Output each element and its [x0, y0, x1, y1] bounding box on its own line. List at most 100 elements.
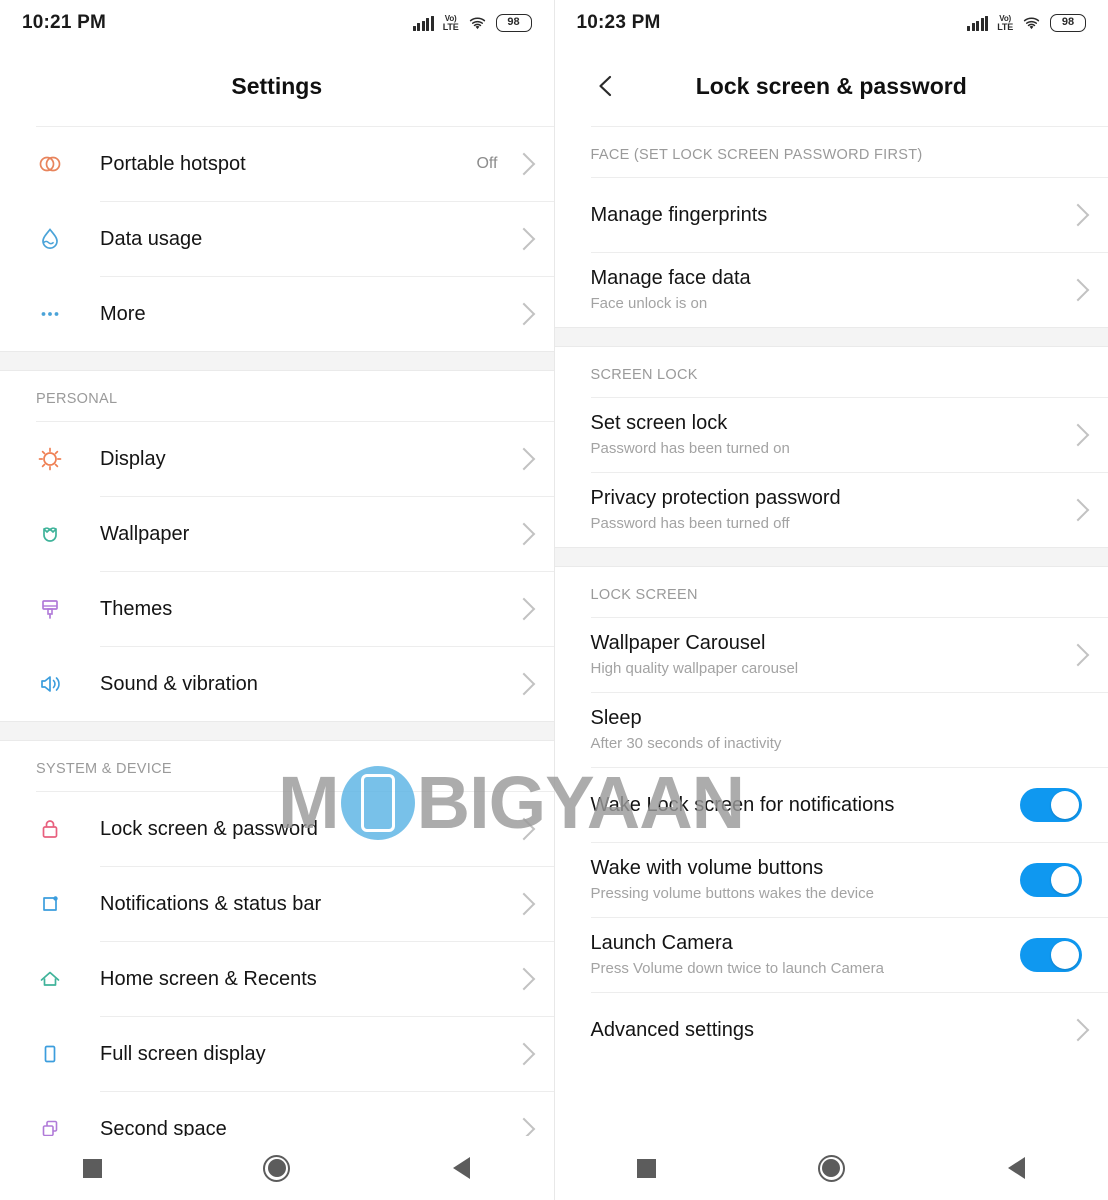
- row-subtitle: Password has been turned on: [590, 440, 790, 458]
- setting-row-privacy-protection-password[interactable]: Privacy protection password Password has…: [555, 473, 1108, 547]
- notification-badge-icon: [0, 889, 100, 919]
- volte-icon: Vo) LTE: [442, 14, 459, 32]
- row-label: Wallpaper: [100, 522, 190, 545]
- setting-row-set-screen-lock[interactable]: Set screen lock Password has been turned…: [555, 398, 1108, 472]
- row-texts: Notifications & status bar: [100, 892, 512, 917]
- row-texts: Sleep After 30 seconds of inactivity: [591, 706, 1087, 754]
- section-header-screen-lock: SCREEN LOCK: [590, 367, 698, 383]
- data-usage-icon: [0, 224, 100, 254]
- status-clock: 10:21 PM: [22, 12, 106, 33]
- row-label: Set screen lock: [590, 412, 728, 435]
- setting-row-manage-fingerprints[interactable]: Manage fingerprints: [555, 178, 1108, 252]
- row-label: Notifications & status bar: [100, 892, 322, 915]
- home-house-icon: [0, 964, 100, 994]
- signal-icon: [967, 15, 989, 31]
- recents-button[interactable]: [57, 1143, 127, 1193]
- home-button[interactable]: [242, 1143, 312, 1193]
- circle-icon: [817, 1154, 845, 1182]
- page-title: Lock screen & password: [695, 72, 967, 99]
- recents-button[interactable]: [612, 1143, 682, 1193]
- setting-row-notifications-status-bar[interactable]: Notifications & status bar: [0, 867, 554, 941]
- row-label: Themes: [100, 597, 173, 620]
- setting-row-wallpaper-carousel[interactable]: Wallpaper Carousel High quality wallpape…: [555, 618, 1108, 692]
- setting-row-full-screen-display[interactable]: Full screen display: [0, 1017, 554, 1091]
- brightness-sun-icon: [0, 444, 100, 474]
- row-label: Display: [100, 447, 166, 470]
- battery-icon: 98: [1050, 14, 1086, 32]
- row-label: Wake Lock screen for notifications: [590, 793, 895, 816]
- setting-row-sound-vibration[interactable]: Sound & vibration: [0, 647, 554, 721]
- signal-icon: [412, 15, 434, 31]
- setting-row-launch-camera[interactable]: Launch Camera Press Volume down twice to…: [555, 918, 1108, 992]
- row-texts: Portable hotspot: [100, 152, 476, 177]
- back-chevron-icon[interactable]: [589, 69, 623, 103]
- row-texts: Privacy protection password Password has…: [591, 486, 1067, 534]
- lock-screen-title-bar: Lock screen & password: [555, 46, 1108, 126]
- row-texts: Wake Lock screen for notifications: [591, 793, 1021, 818]
- volte-bottom-label: LTE: [442, 21, 459, 32]
- home-button[interactable]: [796, 1143, 866, 1193]
- status-icons-group: Vo) LTE 98: [412, 14, 532, 32]
- navigation-bar-left: [0, 1136, 554, 1200]
- chevron-right-icon: [1066, 423, 1090, 447]
- toggle-launch-camera[interactable]: [1020, 938, 1082, 972]
- back-button[interactable]: [981, 1143, 1051, 1193]
- setting-row-manage-face-data[interactable]: Manage face data Face unlock is on: [555, 253, 1108, 327]
- row-label: Wallpaper Carousel: [590, 632, 766, 655]
- group-separator: [554, 547, 1108, 567]
- lock-screen-password-screen: 10:23 PM Vo) LTE 98 Lock screen & passwo…: [554, 0, 1108, 1200]
- row-texts: Manage face data Face unlock is on: [591, 266, 1067, 314]
- tulip-flower-icon: [0, 519, 100, 549]
- chevron-right-icon: [512, 672, 535, 696]
- paint-brush-icon: [0, 594, 100, 624]
- triangle-left-icon: [1007, 1157, 1025, 1179]
- toggle-knob: [1051, 791, 1079, 819]
- group-separator: [0, 721, 554, 741]
- setting-row-more[interactable]: More: [0, 277, 554, 351]
- setting-row-lock-screen-password[interactable]: Lock screen & password: [0, 792, 554, 866]
- setting-row-home-screen-recents[interactable]: Home screen & Recents: [0, 942, 554, 1016]
- chevron-right-icon: [512, 447, 535, 471]
- back-button[interactable]: [427, 1143, 497, 1193]
- row-label: Data usage: [100, 227, 203, 250]
- setting-row-wake-lock-screen-for-notifications[interactable]: Wake Lock screen for notifications: [555, 768, 1108, 842]
- hotspot-icon: [0, 149, 100, 179]
- battery-icon: 98: [495, 14, 532, 32]
- chevron-right-icon: [512, 152, 535, 176]
- settings-screen: 10:21 PM Vo) LTE 98 Settings Portable ho…: [0, 0, 555, 1200]
- section-header-personal: PERSONAL: [36, 391, 118, 407]
- chevron-right-icon: [1066, 643, 1090, 667]
- row-texts: Lock screen & password: [100, 817, 512, 842]
- row-texts: Wake with volume buttons Pressing volume…: [591, 856, 1021, 904]
- row-label: Portable hotspot: [100, 152, 246, 175]
- row-texts: Launch Camera Press Volume down twice to…: [591, 931, 1021, 979]
- toggle-wake-with-volume-buttons[interactable]: [1020, 863, 1082, 897]
- row-texts: More: [100, 302, 512, 327]
- row-subtitle: Password has been turned off: [590, 515, 790, 533]
- setting-row-data-usage[interactable]: Data usage: [0, 202, 554, 276]
- row-texts: Manage fingerprints: [591, 203, 1067, 228]
- setting-row-portable-hotspot[interactable]: Portable hotspot Off: [0, 127, 554, 201]
- chevron-right-icon: [1066, 203, 1090, 227]
- dual-screenshot-container: 10:21 PM Vo) LTE 98 Settings Portable ho…: [0, 0, 1108, 1200]
- row-subtitle: High quality wallpaper carousel: [590, 660, 799, 678]
- section-header-system-device: SYSTEM & DEVICE: [36, 761, 172, 777]
- row-label: Privacy protection password: [590, 487, 841, 510]
- row-label: Lock screen & password: [100, 817, 318, 840]
- setting-row-themes[interactable]: Themes: [0, 572, 554, 646]
- row-subtitle: Press Volume down twice to launch Camera: [590, 960, 884, 978]
- status-icons-group: Vo) LTE 98: [967, 14, 1086, 32]
- setting-row-wallpaper[interactable]: Wallpaper: [0, 497, 554, 571]
- volte-icon: Vo) LTE: [997, 14, 1013, 32]
- setting-row-display[interactable]: Display: [0, 422, 554, 496]
- toggle-wake-lock-screen-for-notifications[interactable]: [1020, 788, 1082, 822]
- row-subtitle: After 30 seconds of inactivity: [590, 735, 782, 753]
- setting-row-sleep[interactable]: Sleep After 30 seconds of inactivity: [555, 693, 1108, 767]
- setting-row-wake-with-volume-buttons[interactable]: Wake with volume buttons Pressing volume…: [555, 843, 1108, 917]
- row-label: Home screen & Recents: [100, 967, 317, 990]
- chevron-right-icon: [512, 522, 535, 546]
- row-label: Advanced settings: [590, 1018, 754, 1041]
- row-label: Manage face data: [590, 267, 751, 290]
- setting-row-advanced-settings[interactable]: Advanced settings: [555, 993, 1108, 1067]
- row-label: Manage fingerprints: [590, 203, 768, 226]
